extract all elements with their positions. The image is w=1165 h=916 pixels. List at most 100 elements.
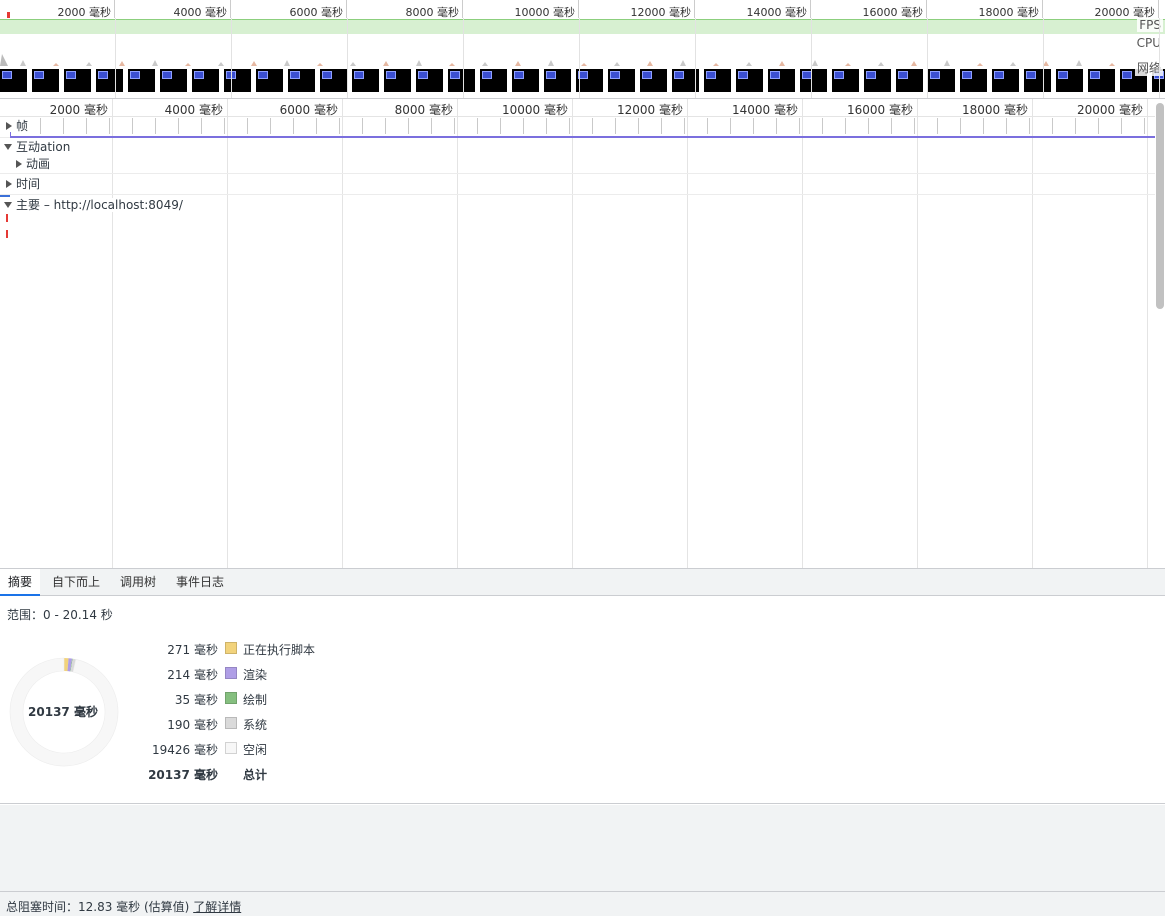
tab-bottom-up[interactable]: 自下而上 bbox=[44, 569, 108, 596]
frame-bar[interactable] bbox=[86, 118, 87, 134]
frame-bar[interactable] bbox=[661, 118, 662, 134]
frame-bar[interactable] bbox=[247, 118, 248, 134]
frame-bar[interactable] bbox=[454, 118, 455, 134]
screenshot-thumbnail[interactable] bbox=[1056, 69, 1083, 92]
screenshot-thumbnail[interactable] bbox=[384, 69, 411, 92]
frame-bar[interactable] bbox=[201, 118, 202, 134]
frame-bar[interactable] bbox=[730, 118, 731, 134]
frame-bar[interactable] bbox=[707, 118, 708, 134]
frame-bar[interactable] bbox=[224, 118, 225, 134]
frame-bar[interactable] bbox=[477, 118, 478, 134]
frame-bar[interactable] bbox=[1121, 118, 1122, 134]
frames-track[interactable]: 帧 bbox=[0, 117, 1155, 138]
screenshot-thumbnail[interactable] bbox=[32, 69, 59, 92]
screenshot-thumbnail[interactable] bbox=[832, 69, 859, 92]
screenshot-thumbnail[interactable] bbox=[416, 69, 443, 92]
screenshot-thumbnail[interactable] bbox=[800, 69, 827, 92]
interaction-bar[interactable] bbox=[10, 132, 1155, 138]
frame-bar[interactable] bbox=[1006, 118, 1007, 134]
screenshot-thumbnail[interactable] bbox=[224, 69, 251, 92]
frame-bar[interactable] bbox=[1098, 118, 1099, 134]
frame-bar[interactable] bbox=[822, 118, 823, 134]
frame-bar[interactable] bbox=[500, 118, 501, 134]
expand-triangle-icon[interactable] bbox=[6, 121, 12, 130]
frame-bar[interactable] bbox=[385, 118, 386, 134]
frame-bar[interactable] bbox=[1052, 118, 1053, 134]
frame-bar[interactable] bbox=[431, 118, 432, 134]
timings-track[interactable]: 时间 bbox=[0, 174, 1155, 195]
learn-more-link[interactable]: 了解详情 bbox=[193, 900, 241, 914]
screenshot-thumbnail[interactable] bbox=[480, 69, 507, 92]
flame-chart[interactable]: 2000 毫秒 4000 毫秒 6000 毫秒 8000 毫秒 10000 毫秒 1200… bbox=[0, 99, 1165, 568]
frame-bar[interactable] bbox=[914, 118, 915, 134]
screenshot-thumbnail[interactable] bbox=[512, 69, 539, 92]
tab-call-tree[interactable]: 调用树 bbox=[112, 569, 164, 596]
frame-bar[interactable] bbox=[40, 118, 41, 134]
tab-event-log[interactable]: 事件日志 bbox=[168, 569, 232, 596]
frame-bar[interactable] bbox=[1075, 118, 1076, 134]
screenshot-thumbnail[interactable] bbox=[1024, 69, 1051, 92]
screenshot-thumbnail[interactable] bbox=[896, 69, 923, 92]
task-marker[interactable] bbox=[6, 230, 8, 238]
frame-bar[interactable] bbox=[63, 118, 64, 134]
frame-bar[interactable] bbox=[569, 118, 570, 134]
frame-bar[interactable] bbox=[523, 118, 524, 134]
frame-bar[interactable] bbox=[1029, 118, 1030, 134]
frame-bar[interactable] bbox=[178, 118, 179, 134]
frame-bar[interactable] bbox=[109, 118, 110, 134]
screenshot-thumbnail[interactable] bbox=[544, 69, 571, 92]
frame-bar[interactable] bbox=[316, 118, 317, 134]
screenshot-thumbnail[interactable] bbox=[768, 69, 795, 92]
screenshot-thumbnail[interactable] bbox=[576, 69, 603, 92]
frame-bar[interactable] bbox=[408, 118, 409, 134]
frame-bar[interactable] bbox=[845, 118, 846, 134]
frame-bar[interactable] bbox=[339, 118, 340, 134]
frame-bar[interactable] bbox=[937, 118, 938, 134]
screenshot-thumbnail[interactable] bbox=[960, 69, 987, 92]
screenshot-thumbnail[interactable] bbox=[992, 69, 1019, 92]
animations-track[interactable]: 动画 bbox=[0, 155, 1155, 174]
screenshot-thumbnail[interactable] bbox=[320, 69, 347, 92]
screenshot-thumbnail[interactable] bbox=[288, 69, 315, 92]
collapse-triangle-icon[interactable] bbox=[4, 201, 12, 208]
frame-bar[interactable] bbox=[868, 118, 869, 134]
frame-bar[interactable] bbox=[293, 118, 294, 134]
screenshot-thumbnail[interactable] bbox=[128, 69, 155, 92]
task-marker[interactable] bbox=[6, 214, 8, 222]
screenshot-thumbnail[interactable] bbox=[864, 69, 891, 92]
screenshot-thumbnail[interactable] bbox=[928, 69, 955, 92]
screenshot-thumbnail[interactable] bbox=[1088, 69, 1115, 92]
expand-triangle-icon[interactable] bbox=[16, 159, 22, 168]
expand-triangle-icon[interactable] bbox=[6, 179, 12, 188]
frame-bar[interactable] bbox=[799, 118, 800, 134]
frame-bar[interactable] bbox=[960, 118, 961, 134]
screenshot-thumbnail[interactable] bbox=[96, 69, 123, 92]
screenshot-thumbnail[interactable] bbox=[160, 69, 187, 92]
overview-pane[interactable]: 2000 毫秒 4000 毫秒 6000 毫秒 8000 毫秒 10000 毫秒 1200… bbox=[0, 0, 1165, 99]
vertical-scrollbar[interactable] bbox=[1156, 103, 1164, 309]
screenshot-thumbnail[interactable] bbox=[256, 69, 283, 92]
screenshot-thumbnail[interactable] bbox=[0, 69, 27, 92]
screenshot-thumbnail[interactable] bbox=[704, 69, 731, 92]
screenshot-thumbnail[interactable] bbox=[736, 69, 763, 92]
main-thread-track[interactable]: 主要 – http://localhost:8049/ bbox=[0, 196, 1155, 214]
frame-bar[interactable] bbox=[270, 118, 271, 134]
frame-bar[interactable] bbox=[546, 118, 547, 134]
frame-bar[interactable] bbox=[615, 118, 616, 134]
frame-bar[interactable] bbox=[638, 118, 639, 134]
frame-bar[interactable] bbox=[684, 118, 685, 134]
frame-bar[interactable] bbox=[155, 118, 156, 134]
frame-bar[interactable] bbox=[362, 118, 363, 134]
frame-bar[interactable] bbox=[776, 118, 777, 134]
interactions-track[interactable]: 互动ation bbox=[0, 138, 1155, 156]
collapse-triangle-icon[interactable] bbox=[4, 143, 12, 150]
frame-bar[interactable] bbox=[983, 118, 984, 134]
screenshot-thumbnail[interactable] bbox=[608, 69, 635, 92]
frame-bar[interactable] bbox=[1144, 118, 1145, 134]
tab-summary[interactable]: 摘要 bbox=[0, 569, 41, 596]
frame-bar[interactable] bbox=[132, 118, 133, 134]
screenshot-thumbnail[interactable] bbox=[192, 69, 219, 92]
screenshot-thumbnail[interactable] bbox=[64, 69, 91, 92]
screenshot-thumbnail[interactable] bbox=[640, 69, 667, 92]
frame-bar[interactable] bbox=[891, 118, 892, 134]
